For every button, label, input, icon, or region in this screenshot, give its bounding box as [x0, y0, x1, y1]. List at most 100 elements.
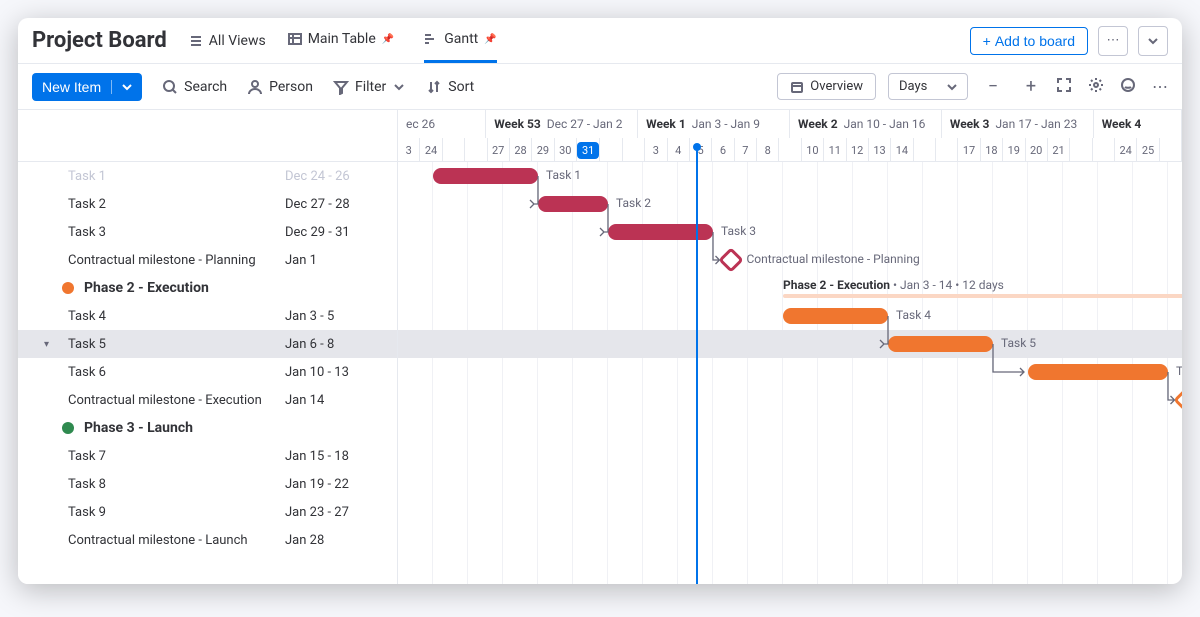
task-name: Task 9: [68, 505, 285, 520]
list-icon: [189, 34, 203, 48]
task-row[interactable]: Task 3Dec 29 - 31: [18, 218, 397, 246]
today-indicator: [696, 148, 698, 584]
group-row[interactable]: Phase 2 - Execution: [18, 274, 397, 302]
day-header: 25: [1137, 138, 1159, 162]
caret-icon: ▾: [44, 339, 49, 350]
day-header: [600, 138, 622, 162]
week-header: ec 26: [398, 110, 486, 138]
task-list-rows: Task 1Dec 24 - 26Task 2Dec 27 - 28Task 3…: [18, 162, 397, 554]
task-row[interactable]: Task 1Dec 24 - 26: [18, 162, 397, 190]
day-header: [779, 138, 801, 162]
group-dot: [62, 422, 74, 434]
day-header: [1160, 138, 1182, 162]
day-header: [465, 138, 487, 162]
day-header: 31: [577, 138, 600, 162]
day-header: 30: [555, 138, 577, 162]
day-header: 29: [532, 138, 554, 162]
divider: [111, 80, 112, 94]
task-row[interactable]: Task 8Jan 19 - 22: [18, 470, 397, 498]
task-row[interactable]: Task 9Jan 23 - 27: [18, 498, 397, 526]
task-row[interactable]: Contractual milestone - ExecutionJan 14: [18, 386, 397, 414]
task-dates: Jan 15 - 18: [285, 449, 385, 464]
task-dates: Dec 27 - 28: [285, 197, 385, 212]
timeline-pane[interactable]: ec 26Week 53Dec 27 - Jan 2Week 1Jan 3 - …: [398, 110, 1182, 584]
toolbar-icons: ⋯: [1056, 77, 1168, 97]
day-header: 21: [1048, 138, 1070, 162]
timescale-label: Days: [899, 79, 927, 94]
settings-button[interactable]: [1088, 77, 1104, 97]
board-title: Project Board: [32, 28, 167, 53]
search-button[interactable]: Search: [162, 79, 227, 95]
group-row[interactable]: Phase 3 - Launch: [18, 414, 397, 442]
task-name: Task 4: [68, 309, 285, 324]
day-header: 18: [981, 138, 1003, 162]
task-name: Contractual milestone - Execution: [68, 393, 285, 408]
person-filter-button[interactable]: Person: [247, 79, 313, 95]
task-row[interactable]: Task 4Jan 3 - 5: [18, 302, 397, 330]
task-row[interactable]: Task 6Jan 10 - 13: [18, 358, 397, 386]
week-header: Week 1Jan 3 - Jan 9: [638, 110, 790, 138]
day-header: 5: [690, 138, 712, 162]
task-dates: Dec 29 - 31: [285, 225, 385, 240]
task-dates: Jan 3 - 5: [285, 309, 385, 324]
tab-main-table[interactable]: Main Table📌: [288, 18, 395, 63]
task-dates: Jan 10 - 13: [285, 365, 385, 380]
task-dates: Dec 24 - 26: [285, 169, 385, 184]
pin-icon: 📌: [484, 34, 496, 45]
task-dates: Jan 28: [285, 533, 385, 548]
overview-button[interactable]: Overview: [777, 73, 876, 100]
task-dates: Jan 23 - 27: [285, 505, 385, 520]
expand-panel-button[interactable]: [1138, 26, 1168, 56]
day-header: 24: [420, 138, 442, 162]
day-header: [443, 138, 465, 162]
task-row[interactable]: Task 2Dec 27 - 28: [18, 190, 397, 218]
header-right: + Add to board ⋯: [970, 26, 1168, 56]
task-row[interactable]: Task 7Jan 15 - 18: [18, 442, 397, 470]
timescale-select[interactable]: Days: [888, 73, 968, 100]
tab-gantt[interactable]: Gantt📌: [424, 18, 497, 63]
day-header: [914, 138, 936, 162]
group-dot: [62, 282, 74, 294]
task-name: Task 7: [68, 449, 285, 464]
add-to-board-button[interactable]: + Add to board: [970, 27, 1088, 55]
chevron-down-icon: [392, 80, 406, 94]
zoom-out-button[interactable]: −: [980, 74, 1006, 100]
timeline-bars: Task 1Task 2Task 3Contractual milestone …: [398, 162, 1182, 554]
day-header: 8: [757, 138, 779, 162]
tab-label: Main Table: [308, 31, 376, 47]
new-item-button[interactable]: New Item: [32, 73, 142, 101]
day-header: 3: [398, 138, 420, 162]
sort-button[interactable]: Sort: [426, 79, 474, 95]
view-tabs: Main Table📌Gantt📌: [288, 18, 497, 63]
day-row: 3242728293031345678101112131417181920212…: [398, 138, 1182, 162]
search-label: Search: [184, 79, 227, 95]
week-header: Week 2Jan 10 - Jan 16: [790, 110, 942, 138]
calendar-header: ec 26Week 53Dec 27 - Jan 2Week 1Jan 3 - …: [398, 110, 1182, 162]
calendar-icon: [790, 80, 804, 94]
filter-button[interactable]: Filter: [333, 79, 406, 95]
task-row[interactable]: Contractual milestone - LaunchJan 28: [18, 526, 397, 554]
task-dates: Jan 6 - 8: [285, 337, 385, 352]
person-label: Person: [269, 79, 313, 95]
feedback-button[interactable]: [1120, 77, 1136, 97]
task-dates: Jan 1: [285, 253, 385, 268]
more-options-button[interactable]: ⋯: [1098, 26, 1128, 56]
task-name: Task 6: [68, 365, 285, 380]
all-views-label: All Views: [209, 33, 266, 49]
plus-icon: +: [983, 33, 991, 49]
timeline-row: Contractual milestone - Launch: [398, 526, 1182, 554]
more-button[interactable]: ⋯: [1152, 77, 1168, 97]
toolbar: New Item Search Person Filter Sort Overv…: [18, 64, 1182, 110]
fullscreen-button[interactable]: [1056, 77, 1072, 97]
task-row[interactable]: ▾Task 5Jan 6 - 8: [18, 330, 397, 358]
header: Project Board All Views Main Table📌Gantt…: [18, 18, 1182, 64]
zoom-in-button[interactable]: +: [1018, 74, 1044, 100]
dots-icon: ⋯: [1107, 33, 1120, 48]
task-name: Contractual milestone - Launch: [68, 533, 285, 548]
all-views-button[interactable]: All Views: [189, 33, 266, 49]
week-header: Week 3Jan 17 - Jan 23: [942, 110, 1094, 138]
task-name: Task 2: [68, 197, 285, 212]
gear-icon: [1088, 77, 1104, 93]
task-row[interactable]: Contractual milestone - PlanningJan 1: [18, 246, 397, 274]
app-window: Project Board All Views Main Table📌Gantt…: [18, 18, 1182, 584]
